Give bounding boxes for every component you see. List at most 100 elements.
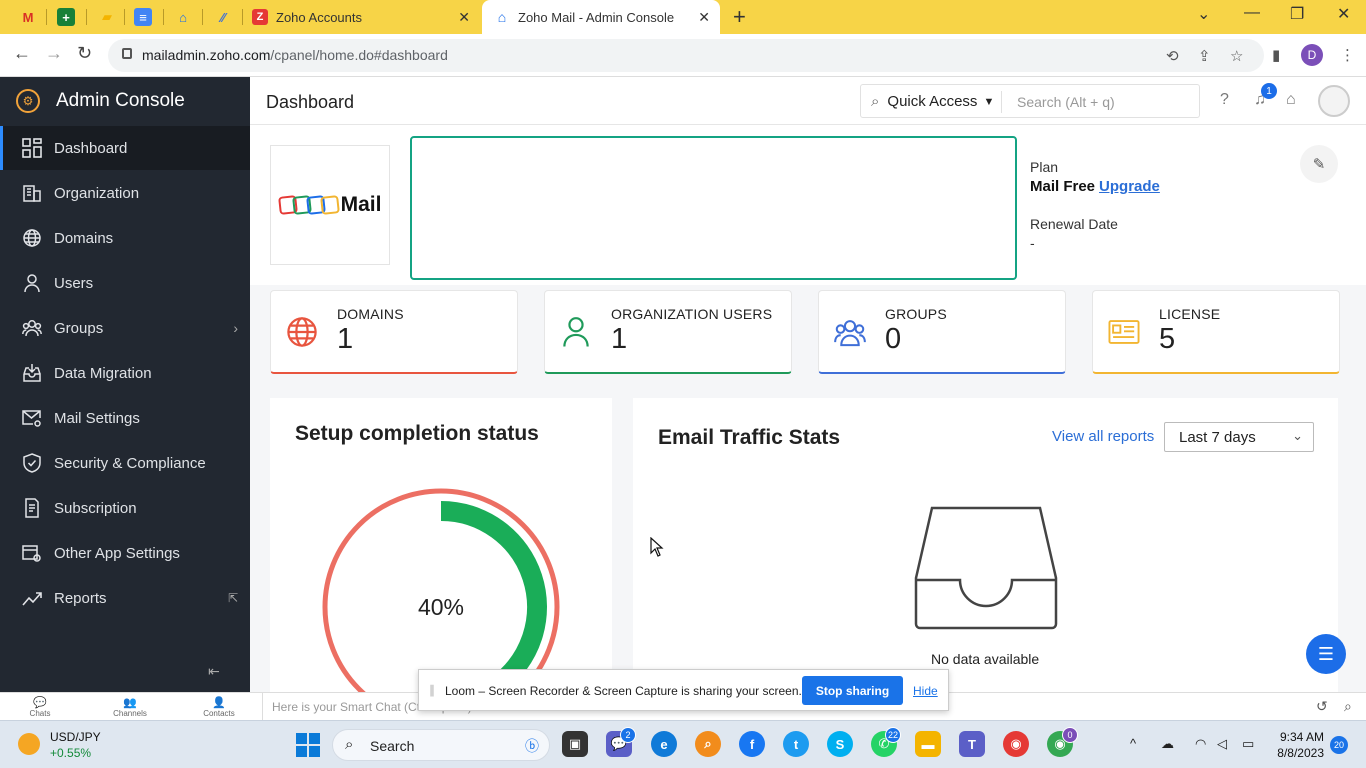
forward-button[interactable]: → <box>45 43 63 64</box>
stop-sharing-button[interactable]: Stop sharing <box>802 676 903 705</box>
sheets-pinned-tab[interactable]: + <box>57 8 75 26</box>
sidebar-item-domains[interactable]: Domains <box>0 216 250 260</box>
edit-pencil-icon[interactable]: ✎ <box>1300 145 1338 183</box>
hide-link[interactable]: Hide <box>913 684 938 698</box>
edge-icon[interactable]: e <box>651 731 677 757</box>
page-title: Dashboard <box>266 92 355 112</box>
close-tab-icon[interactable]: ✕ <box>698 9 710 26</box>
stat-card-domains[interactable]: DOMAINS 1 <box>270 290 518 374</box>
notification-count-badge[interactable]: 20 <box>1330 736 1348 754</box>
side-panel-icon[interactable]: ▮ <box>1272 46 1280 64</box>
sidebar-title: Admin Console <box>56 90 185 111</box>
sidebar-item-organization[interactable]: Organization <box>0 171 250 215</box>
tray-chevron-icon[interactable]: ^ <box>1130 736 1136 751</box>
search-icon: ⌕ <box>871 93 880 110</box>
chrome-profile-icon[interactable]: ◉ <box>1003 731 1029 757</box>
gmail-pinned-tab[interactable]: M <box>17 6 39 28</box>
share-icon[interactable]: ⇪ <box>1198 47 1211 65</box>
stat-card-license[interactable]: LICENSE 5 <box>1092 290 1340 374</box>
cliq-channels[interactable]: 👥 Channels <box>100 696 160 718</box>
cliq-item-label: Channels <box>113 709 147 718</box>
bookmark-star-icon[interactable]: ☆ <box>1230 47 1243 65</box>
profile-avatar[interactable]: D <box>1301 44 1323 66</box>
facebook-icon[interactable]: f <box>739 731 765 757</box>
zoho-mail-pinned-tab[interactable]: ⌂ <box>172 6 194 28</box>
drag-handle-icon[interactable]: ∥ <box>429 683 435 697</box>
sidebar-item-subscription[interactable]: Subscription <box>0 486 250 530</box>
zoho-pinned-tab[interactable]: ⁄⁄ <box>212 6 234 28</box>
stat-value: 1 <box>611 323 628 355</box>
external-link-icon[interactable]: ⇱ <box>228 591 238 605</box>
chrome-badge: 0 <box>1062 727 1078 743</box>
file-explorer-icon[interactable]: ▬ <box>915 731 941 757</box>
user-avatar[interactable] <box>1318 85 1350 117</box>
tab-search-chevron-icon[interactable]: ⌄ <box>1197 4 1210 24</box>
ticker-widget[interactable]: USD/JPY +0.55% <box>50 729 101 761</box>
upgrade-link[interactable]: Upgrade <box>1099 178 1160 195</box>
sidebar-item-mail-settings[interactable]: Mail Settings <box>0 396 250 440</box>
sidebar-item-label: Subscription <box>54 499 137 517</box>
docs-pinned-tab[interactable]: ≡ <box>134 8 152 26</box>
history-icon[interactable]: ↺ <box>1316 698 1328 715</box>
organization-summary: Mail Plan Mail Free Upgrade Renewal Date … <box>250 125 1366 285</box>
sidebar-item-security-compliance[interactable]: Security & Compliance <box>0 441 250 485</box>
teams-icon[interactable]: T <box>959 731 985 757</box>
back-button[interactable]: ← <box>13 43 31 64</box>
sidebar-item-label: Users <box>54 274 94 292</box>
taskbar-search[interactable]: ⌕ Search ⓑ <box>332 729 550 761</box>
home-icon[interactable]: ⌂ <box>1286 91 1296 109</box>
collapse-sidebar-icon[interactable]: ⇤ <box>208 663 220 680</box>
view-all-reports-link[interactable]: View all reports <box>1052 428 1154 445</box>
system-clock[interactable]: 9:34 AM 8/8/2023 <box>1268 729 1324 761</box>
stat-label: ORGANIZATION USERS <box>611 306 773 322</box>
sidebar-item-dashboard[interactable]: Dashboard <box>0 126 250 170</box>
search-icon[interactable]: ⌕ <box>1344 698 1352 715</box>
quick-access-dropdown[interactable]: ⌕ Quick Access ▼ <box>871 93 994 110</box>
sidebar-item-users[interactable]: Users <box>0 261 250 305</box>
cliq-chats[interactable]: 💬 Chats <box>10 696 70 718</box>
translate-icon[interactable]: ⟲ <box>1166 47 1179 65</box>
search-app-icon[interactable]: ⌕ <box>695 731 721 757</box>
sidebar-item-label: Dashboard <box>54 139 128 157</box>
sidebar-item-groups[interactable]: Groups › <box>0 306 250 350</box>
help-icon[interactable]: ? <box>1220 91 1229 109</box>
stat-card-groups[interactable]: GROUPS 0 <box>818 290 1066 374</box>
browser-menu-icon[interactable]: ⋮ <box>1340 46 1355 64</box>
organization-logo[interactable]: Mail <box>270 145 390 265</box>
no-data-text: No data available <box>931 651 1040 667</box>
stat-card-organization-users[interactable]: ORGANIZATION USERS 1 <box>544 290 792 374</box>
sidebar-item-other-app-settings[interactable]: Other App Settings <box>0 531 250 575</box>
skype-icon[interactable]: S <box>827 731 853 757</box>
tab-admin-console[interactable]: ⌂ Zoho Mail - Admin Console ✕ <box>482 0 720 34</box>
sidebar-item-data-migration[interactable]: Data Migration <box>0 351 250 395</box>
close-tab-icon[interactable]: ✕ <box>458 9 470 26</box>
tab-zoho-accounts[interactable]: Z Zoho Accounts ✕ <box>252 0 480 34</box>
wifi-icon[interactable]: ◠ <box>1195 736 1206 752</box>
settings-sliders-button[interactable]: ☰ <box>1306 634 1346 674</box>
windows-start-icon[interactable] <box>296 733 320 757</box>
weather-widget-icon[interactable] <box>18 733 40 755</box>
task-view-icon[interactable]: ▣ <box>562 731 588 757</box>
twitter-icon[interactable]: t <box>783 731 809 757</box>
maximize-button[interactable]: ❐ <box>1290 4 1304 24</box>
date-range-select[interactable]: Last 7 days ⌄ <box>1164 422 1314 452</box>
cloud-icon[interactable]: ☁ <box>1161 736 1174 752</box>
search-input[interactable]: Search (Alt + q) <box>1017 94 1115 110</box>
stat-value: 5 <box>1159 323 1176 355</box>
address-bar[interactable]: mailadmin.zoho.com/cpanel/home.do#dashbo… <box>108 39 1264 72</box>
minimize-button[interactable]: — <box>1244 4 1260 22</box>
loom-message: Loom – Screen Recorder & Screen Capture … <box>445 684 802 698</box>
reload-button[interactable]: ↻ <box>77 43 92 64</box>
close-window-button[interactable]: ✕ <box>1337 4 1350 24</box>
sidebar-item-label: Groups <box>54 319 104 337</box>
volume-icon[interactable]: ◁ <box>1217 736 1227 752</box>
zoho-accounts-favicon-icon: Z <box>252 9 268 25</box>
new-tab-button[interactable]: + <box>733 4 746 30</box>
cliq-contacts[interactable]: 👤 Contacts <box>189 696 249 718</box>
battery-icon[interactable]: ▭ <box>1242 736 1254 752</box>
quick-access-label: Quick Access <box>887 93 978 110</box>
ticker-name: USD/JPY <box>50 730 101 744</box>
drive-pinned-tab[interactable]: ▰ <box>96 6 118 28</box>
progress-percent: 40% <box>418 594 464 620</box>
sidebar-item-reports[interactable]: Reports ⇱ <box>0 576 250 620</box>
